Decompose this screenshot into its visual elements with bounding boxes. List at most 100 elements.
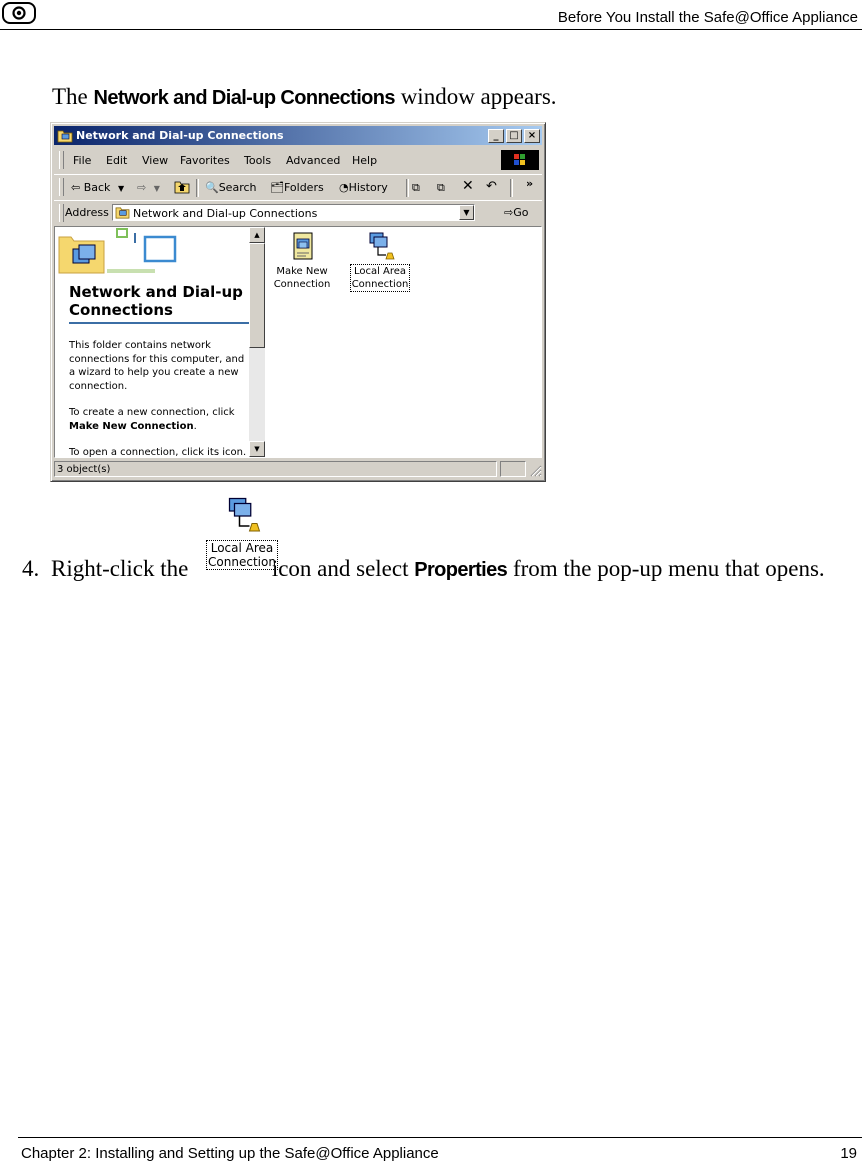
- intro-prefix: The: [52, 84, 88, 109]
- size-grip-icon[interactable]: [529, 464, 542, 477]
- local-area-connection-label: Local Area Connection: [349, 264, 411, 292]
- step-text: Right-click the icon and select Properti…: [51, 555, 841, 584]
- network-banner-icon: [58, 228, 177, 274]
- addressbar-grip[interactable]: [59, 204, 64, 222]
- content-area: Network and Dial-up Connections This fol…: [54, 226, 542, 458]
- scroll-up-icon[interactable]: ▲: [249, 227, 265, 243]
- go-label: Go: [513, 206, 529, 219]
- make-new-connection-label: Make New Connection: [273, 266, 331, 290]
- toolbar-separator: [196, 179, 199, 197]
- search-button[interactable]: 🔍Search: [205, 181, 257, 194]
- step-text-before: Right-click the: [51, 556, 189, 581]
- status-count: 3 object(s): [54, 461, 497, 477]
- menu-view[interactable]: View: [142, 154, 168, 167]
- menu-file[interactable]: File: [73, 154, 91, 167]
- check-point-logo-icon: [2, 2, 36, 24]
- standard-toolbar: ⇦ Back ▼ ⇨ ▼ 🔍Search 🗂Folders ◔History ⧉…: [54, 174, 542, 200]
- header-rule: [0, 29, 862, 30]
- window-title: Network and Dial-up Connections: [76, 129, 284, 142]
- toolbar-chevron[interactable]: »: [526, 177, 533, 190]
- move-to-icon: ⧉: [412, 181, 420, 194]
- toolbar-separator: [406, 179, 409, 197]
- address-value: Network and Dial-up Connections: [133, 207, 318, 220]
- window-titlebar[interactable]: Network and Dial-up Connections _ □ ×: [54, 126, 542, 145]
- go-arrow-icon: ⇨: [504, 206, 514, 219]
- menu-favorites[interactable]: Favorites: [180, 154, 230, 167]
- search-icon: 🔍: [205, 181, 219, 194]
- network-connections-window: Network and Dial-up Connections _ □ × Fi…: [50, 122, 546, 482]
- close-button[interactable]: ×: [524, 129, 540, 143]
- step-text-after: from the pop-up menu that opens.: [512, 556, 825, 581]
- history-label: History: [348, 181, 388, 194]
- folders-icon: 🗂: [270, 181, 284, 194]
- toolbar-grip[interactable]: [59, 178, 64, 196]
- page-number: 19: [840, 1145, 857, 1162]
- pane-title-rule: [69, 322, 249, 324]
- menu-advanced[interactable]: Advanced: [286, 154, 340, 167]
- step-number: 4.: [22, 556, 40, 581]
- address-dropdown-icon[interactable]: ▼: [459, 205, 474, 220]
- back-dropdown-icon[interactable]: ▼: [118, 184, 124, 193]
- vertical-scrollbar[interactable]: ▲ ▼: [249, 227, 265, 457]
- local-area-connection-icon: [369, 232, 395, 260]
- delete-x-icon: ✕: [462, 178, 474, 194]
- forward-arrow-icon: ⇨: [137, 181, 147, 194]
- delete-button[interactable]: ✕: [462, 178, 474, 194]
- history-icon: ◔: [339, 181, 349, 194]
- intro-paragraph: The Network and Dial-up Connections wind…: [52, 84, 557, 110]
- step-text-middle: icon and select: [271, 556, 409, 581]
- minimize-button[interactable]: _: [488, 129, 504, 143]
- web-view-pane: Network and Dial-up Connections This fol…: [55, 227, 249, 457]
- history-button[interactable]: ◔History: [339, 181, 388, 194]
- menu-help[interactable]: Help: [352, 154, 377, 167]
- menubar-grip[interactable]: [59, 151, 64, 169]
- folders-button[interactable]: 🗂Folders: [270, 181, 324, 194]
- copy-to-button[interactable]: ⧉: [437, 181, 445, 195]
- scroll-thumb[interactable]: [249, 243, 265, 348]
- intro-bold-term: Network and Dial-up Connections: [93, 87, 396, 109]
- pane-title: Network and Dial-up Connections: [69, 283, 243, 319]
- forward-dropdown-icon[interactable]: ▼: [154, 184, 160, 193]
- menu-edit[interactable]: Edit: [106, 154, 127, 167]
- address-bar: Address Network and Dial-up Connections …: [54, 200, 542, 225]
- undo-icon: ↶: [486, 179, 497, 194]
- go-button[interactable]: ⇨Go: [504, 206, 528, 219]
- menu-tools[interactable]: Tools: [244, 154, 271, 167]
- address-input[interactable]: Network and Dial-up Connections ▼: [112, 204, 475, 221]
- footer-rule: [18, 1137, 862, 1138]
- folders-label: Folders: [283, 181, 324, 194]
- make-new-connection-link[interactable]: Make New Connection: [69, 421, 194, 432]
- copy-to-icon: ⧉: [437, 181, 445, 194]
- make-new-connection-item[interactable]: Make New Connection: [267, 231, 337, 291]
- address-label: Address: [65, 206, 109, 219]
- back-arrow-icon: ⇦: [71, 181, 81, 194]
- intro-suffix: window appears.: [400, 84, 557, 109]
- pane-paragraph-1: This folder contains network connections…: [69, 340, 245, 392]
- running-header: Before You Install the Safe@Office Appli…: [557, 9, 858, 26]
- move-to-button[interactable]: ⧉: [412, 181, 420, 195]
- pane-description: This folder contains network connections…: [69, 339, 247, 457]
- pane-p2-prefix: To create a new connection, click: [69, 407, 235, 418]
- scroll-down-icon[interactable]: ▼: [249, 441, 265, 457]
- maximize-button[interactable]: □: [506, 129, 522, 143]
- running-footer: Chapter 2: Installing and Setting up the…: [21, 1145, 439, 1162]
- pane-p2-suffix: .: [193, 420, 197, 432]
- search-label: Search: [218, 181, 257, 194]
- back-button[interactable]: ⇦ Back ▼: [71, 181, 124, 194]
- forward-button[interactable]: ⇨ ▼: [137, 181, 160, 194]
- folder-network-icon: [115, 206, 130, 222]
- menu-bar: File Edit View Favorites Tools Advanced …: [54, 148, 542, 172]
- properties-term: Properties: [414, 559, 508, 581]
- local-area-connection-icon: [228, 497, 261, 532]
- pane-paragraph-2: To create a new connection, click Make N…: [69, 406, 247, 433]
- back-label: Back: [83, 181, 111, 194]
- up-folder-button[interactable]: [174, 179, 190, 197]
- undo-button[interactable]: ↶: [486, 179, 497, 194]
- windows-logo-icon: [501, 150, 539, 170]
- local-area-connection-item[interactable]: Local Area Connection: [345, 231, 415, 292]
- folder-network-icon: [57, 128, 73, 143]
- status-bar: 3 object(s): [54, 460, 542, 478]
- inline-icon-spacer: [194, 575, 266, 576]
- pane-paragraph-3: To open a connection, click its icon.: [69, 447, 247, 457]
- status-panel: [500, 461, 526, 477]
